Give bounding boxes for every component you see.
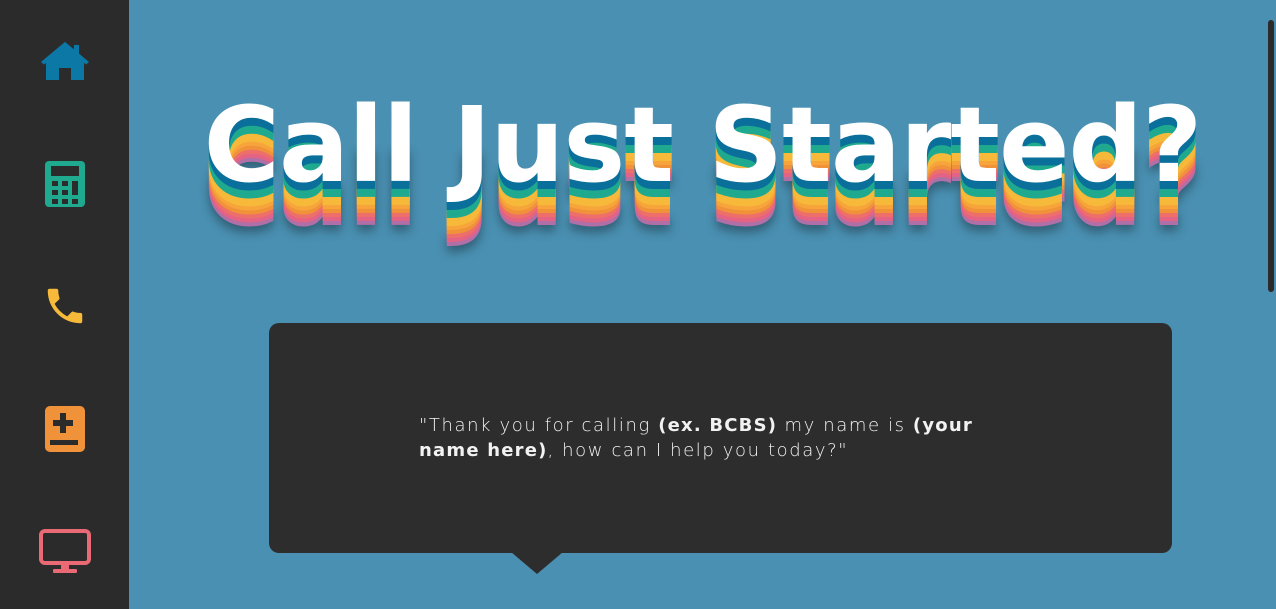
phone-icon — [47, 288, 82, 324]
nav-medical-book[interactable] — [0, 389, 129, 469]
script-text: my name is — [777, 415, 913, 436]
nav-monitor[interactable] — [0, 512, 129, 592]
script-card: "Thank you for calling (ex. BCBS) my nam… — [269, 323, 1172, 574]
home-icon — [40, 42, 89, 80]
calculator-icon — [44, 161, 85, 207]
nav-phone[interactable] — [0, 266, 129, 346]
nav-home[interactable] — [0, 21, 129, 101]
nav-calculator[interactable] — [0, 144, 129, 224]
monitor-icon — [38, 529, 91, 573]
page-title: Call Just Started? — [203, 84, 1203, 206]
scrollbar[interactable] — [1266, 0, 1276, 609]
main-content: Call Just Started? "Thank you for callin… — [129, 0, 1276, 609]
card-pointer — [511, 552, 563, 574]
scrollbar-thumb[interactable] — [1268, 20, 1274, 292]
script-text: , how can I help you today?" — [547, 440, 849, 461]
sidebar — [0, 0, 129, 609]
company-placeholder: (ex. BCBS) — [658, 415, 778, 436]
script-text: "Thank you for calling — [419, 415, 659, 436]
medical-book-icon — [44, 406, 85, 452]
greeting-script: "Thank you for calling (ex. BCBS) my nam… — [419, 413, 1039, 463]
